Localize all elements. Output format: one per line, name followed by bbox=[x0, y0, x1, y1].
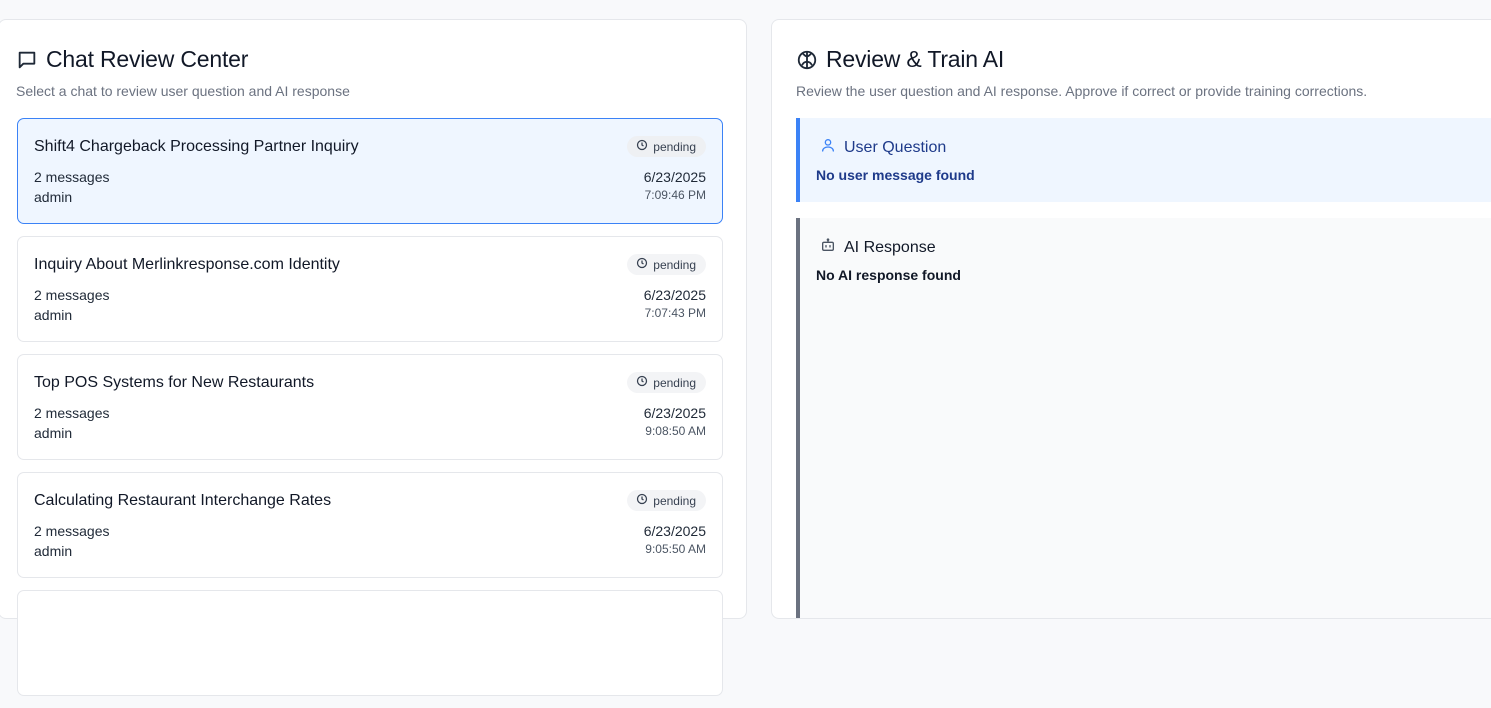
page-subtitle: Select a chat to review user question an… bbox=[16, 83, 350, 99]
chat-title: Top POS Systems for New Restaurants bbox=[34, 374, 315, 391]
chat-item[interactable]: Shift4 Chargeback Processing Partner Inq… bbox=[17, 118, 723, 224]
ai-response-box: AI Response No AI response found bbox=[796, 218, 1491, 618]
chat-date: 6/23/2025 bbox=[643, 287, 706, 303]
message-count: 2 messages bbox=[34, 169, 110, 185]
review-subtitle: Review the user question and AI response… bbox=[796, 83, 1368, 99]
message-square-icon bbox=[16, 49, 38, 71]
user-question-box: User Question No user message found bbox=[796, 118, 1491, 202]
ai-response-label: AI Response bbox=[844, 238, 936, 256]
chat-item[interactable]: Inquiry About Merlinkresponse.com Identi… bbox=[17, 236, 723, 342]
message-count: 2 messages bbox=[34, 287, 110, 303]
review-title: Review & Train AI bbox=[826, 46, 1005, 72]
page-title: Chat Review Center bbox=[46, 46, 249, 72]
chat-user: admin bbox=[34, 425, 73, 441]
chat-user: admin bbox=[34, 543, 73, 559]
chat-time: 7:07:43 PM bbox=[644, 306, 706, 320]
chat-list: Shift4 Chargeback Processing Partner Inq… bbox=[17, 118, 723, 708]
chat-title: Calculating Restaurant Interchange Rates bbox=[34, 492, 332, 509]
brain-icon bbox=[796, 49, 818, 71]
clock-icon bbox=[636, 375, 648, 390]
status-badge: pending bbox=[627, 490, 706, 511]
chat-item[interactable] bbox=[17, 590, 723, 696]
status-label: pending bbox=[653, 139, 696, 154]
status-label: pending bbox=[653, 493, 696, 508]
user-question-text: No user message found bbox=[816, 167, 975, 183]
chat-user: admin bbox=[34, 307, 73, 323]
chat-item[interactable]: Top POS Systems for New Restaurants pend… bbox=[17, 354, 723, 460]
message-count: 2 messages bbox=[34, 523, 110, 539]
ai-response-text: No AI response found bbox=[816, 267, 961, 283]
review-header: Review & Train AI Review the user questi… bbox=[796, 46, 1367, 99]
status-badge: pending bbox=[627, 254, 706, 275]
status-badge: pending bbox=[627, 136, 706, 157]
clock-icon bbox=[636, 493, 648, 508]
chat-item[interactable]: Calculating Restaurant Interchange Rates… bbox=[17, 472, 723, 578]
chat-time: 9:05:50 AM bbox=[645, 542, 706, 556]
user-icon bbox=[820, 137, 836, 158]
chat-list-panel: Chat Review Center Select a chat to revi… bbox=[0, 19, 747, 696]
clock-icon bbox=[636, 139, 648, 154]
status-badge: pending bbox=[627, 372, 706, 393]
chat-user: admin bbox=[34, 189, 73, 205]
chat-date: 6/23/2025 bbox=[643, 523, 706, 539]
chat-time: 7:09:46 PM bbox=[644, 188, 706, 202]
chat-date: 6/23/2025 bbox=[643, 169, 706, 185]
chat-date: 6/23/2025 bbox=[643, 405, 706, 421]
status-label: pending bbox=[653, 375, 696, 390]
bot-icon bbox=[820, 237, 836, 258]
chat-title: Inquiry About Merlinkresponse.com Identi… bbox=[34, 256, 340, 273]
chat-time: 9:08:50 AM bbox=[645, 424, 706, 438]
message-count: 2 messages bbox=[34, 405, 110, 421]
status-label: pending bbox=[653, 257, 696, 272]
chat-list-header: Chat Review Center Select a chat to revi… bbox=[16, 46, 350, 99]
user-question-label: User Question bbox=[844, 138, 947, 156]
review-panel: Review & Train AI Review the user questi… bbox=[771, 19, 1491, 619]
chat-title: Shift4 Chargeback Processing Partner Inq… bbox=[34, 138, 359, 155]
clock-icon bbox=[636, 257, 648, 272]
